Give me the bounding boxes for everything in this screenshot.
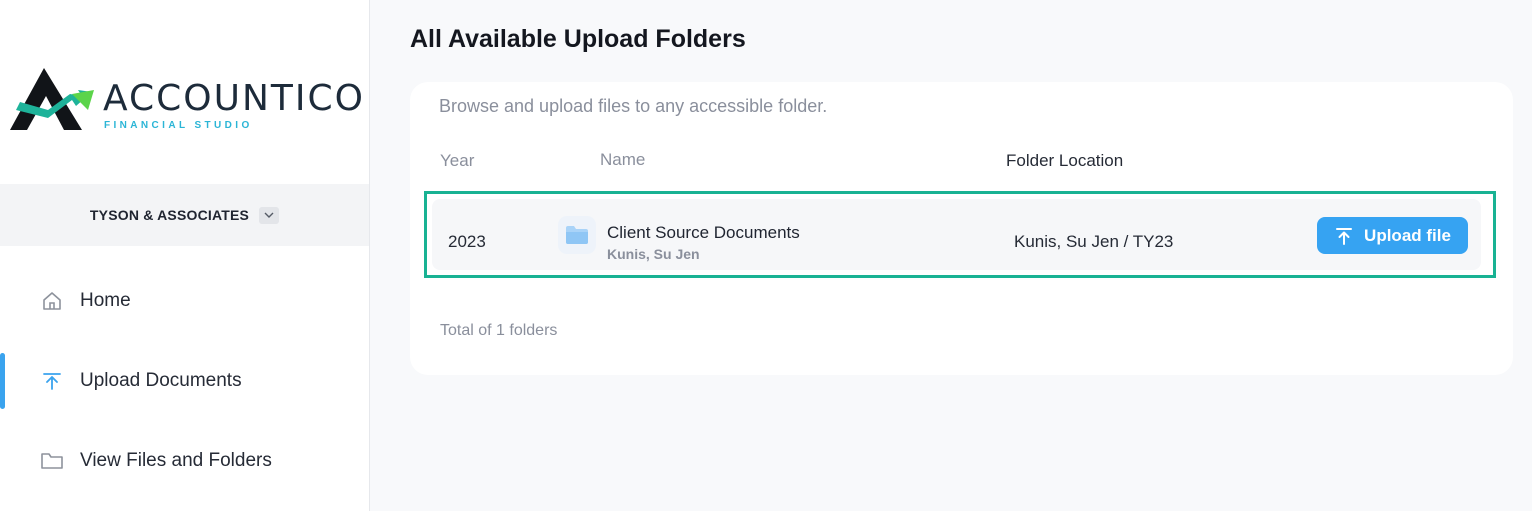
organization-name: TYSON & ASSOCIATES [89,207,250,223]
nav-item-label: Upload Documents [80,370,242,391]
nav-item-upload-documents[interactable]: Upload Documents [0,353,369,409]
upload-icon [40,369,64,393]
card-description: Browse and upload files to any accessibl… [439,96,828,116]
row-year: 2023 [448,232,486,251]
folder-owner: Kunis, Su Jen [607,246,700,262]
page-title: All Available Upload Folders [410,25,746,53]
accountico-logo[interactable]: ACCOUNTICO FINANCIAL STUDIO [10,66,363,136]
chevron-down-icon[interactable] [259,206,280,224]
folder-icon [558,216,596,254]
upload-icon [1336,227,1353,245]
brand-tagline: FINANCIAL STUDIO [104,120,253,131]
nav-item-view-files-and-folders[interactable]: View Files and Folders [0,433,369,489]
home-icon [40,289,64,313]
nav-item-label: Home [80,290,131,311]
column-header-name: Name [600,150,646,169]
nav-item-home[interactable]: Home [0,273,369,329]
folder-name[interactable]: Client Source Documents [607,223,800,243]
nav-item-label: View Files and Folders [80,450,272,471]
upload-file-button[interactable]: Upload file [1317,217,1468,254]
column-header-folder-location: Folder Location [1006,151,1124,170]
sidebar: ACCOUNTICO FINANCIAL STUDIO TYSON & ASSO… [0,0,370,511]
upload-file-label: Upload file [1364,225,1451,245]
folder-location: Kunis, Su Jen / TY23 [1014,232,1174,251]
column-header-year: Year [440,151,475,170]
folder-icon [40,449,64,473]
organization-switcher[interactable]: TYSON & ASSOCIATES [0,184,369,246]
upload-folders-card: Browse and upload files to any accessibl… [410,82,1513,375]
total-count: Total of 1 folders [440,322,558,339]
logo-mark-icon [10,68,94,130]
brand-name: ACCOUNTICO [103,78,365,119]
